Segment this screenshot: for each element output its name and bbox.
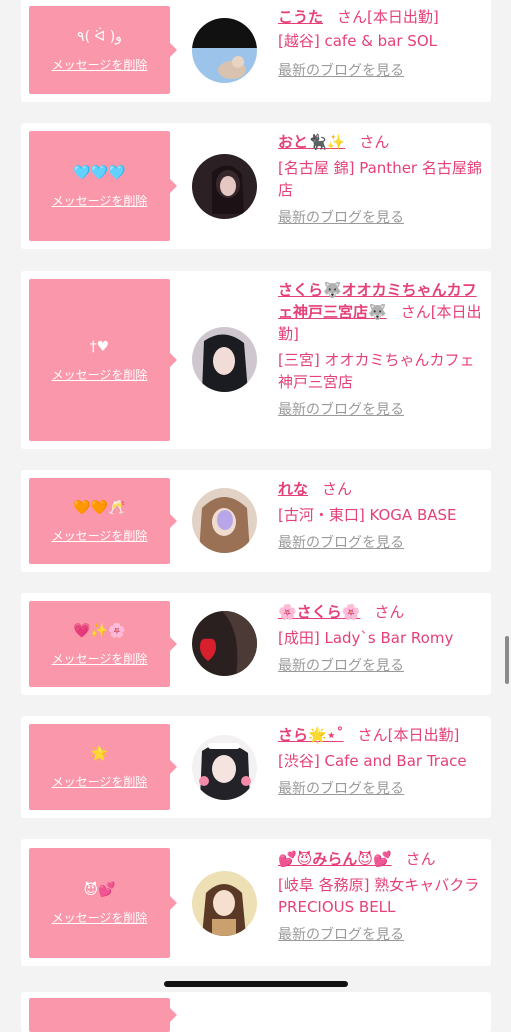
- shop-name: [越谷] cafe & bar SOL: [278, 32, 437, 50]
- latest-blog-link[interactable]: 最新のブログを見る: [278, 532, 483, 554]
- shop-name: [渋谷] Cafe and Bar Trace: [278, 752, 467, 770]
- san-label: さん: [400, 303, 431, 321]
- latest-blog-link[interactable]: 最新のブログを見る: [278, 924, 483, 946]
- message-card: ٩( ᐛ )و メッセージを削除 こうた さん[本日出勤] [越谷] cafe &…: [21, 0, 491, 102]
- san-label: さん: [322, 480, 353, 498]
- san-label: さん: [374, 603, 405, 621]
- avatar-girl-blur-image: [192, 488, 257, 553]
- avatar-sky-image: [192, 18, 257, 83]
- message-text: 😈💕: [83, 881, 116, 898]
- avatar-girl-maid-image: [192, 735, 257, 800]
- message-text: 🧡🧡🥂: [73, 499, 126, 516]
- girl-info: さくら🐺オオカミちゃんカフェ神戸三宮店🐺 さん[本日出勤] [三宮] オオカミちゃ…: [278, 279, 483, 421]
- avatar[interactable]: [192, 154, 257, 219]
- avatar[interactable]: [192, 735, 257, 800]
- attendance-badge: [本日出勤]: [387, 726, 460, 744]
- girl-name-link[interactable]: れな: [278, 480, 308, 498]
- avatar[interactable]: [192, 871, 257, 936]
- message-bubble: 🌟 メッセージを削除: [29, 724, 177, 810]
- message-card: †♥ メッセージを削除 さくら🐺オオカミちゃんカフェ神戸三宮店🐺 さん[本日出勤]…: [21, 271, 491, 449]
- girl-info: 💕😈みらん😈💕 さん [岐阜 各務原] 熟女キャバクラ PRECIOUS BELL…: [278, 848, 483, 946]
- san-label: さん: [357, 726, 388, 744]
- girl-name-link[interactable]: さら🌟⋆˚: [278, 726, 344, 744]
- message-card: 💗✨🌸 メッセージを削除 🌸さくら🌸 さん [成田] Lady`s Bar Rom…: [21, 593, 491, 695]
- delete-message-link[interactable]: メッセージを削除: [52, 527, 148, 544]
- message-card: [21, 992, 491, 1032]
- latest-blog-link[interactable]: 最新のブログを見る: [278, 60, 483, 82]
- girl-info: こうた さん[本日出勤] [越谷] cafe & bar SOL 最新のブログを見…: [278, 6, 483, 82]
- shop-name: [成田] Lady`s Bar Romy: [278, 629, 454, 647]
- avatar[interactable]: [192, 327, 257, 392]
- delete-message-link[interactable]: メッセージを削除: [52, 192, 148, 209]
- shop-name: [岐阜 各務原] 熟女キャバクラ PRECIOUS BELL: [278, 876, 480, 916]
- message-text: 🌟: [90, 745, 109, 762]
- avatar[interactable]: [192, 18, 257, 83]
- delete-message-link[interactable]: メッセージを削除: [52, 366, 148, 383]
- message-bubble: 💗✨🌸 メッセージを削除: [29, 601, 177, 687]
- girl-name-link[interactable]: こうた: [278, 8, 323, 26]
- message-text: 💗✨🌸: [73, 622, 126, 639]
- shop-name: [古河・東口] KOGA BASE: [278, 506, 457, 524]
- shop-name: [三宮] オオカミちゃんカフェ神戸三宮店: [278, 351, 475, 391]
- shop-name: [名古屋 錦] Panther 名古屋錦店: [278, 159, 482, 199]
- girl-name-link[interactable]: 🌸さくら🌸: [278, 603, 360, 621]
- girl-info: れな さん [古河・東口] KOGA BASE 最新のブログを見る: [278, 478, 483, 554]
- girl-info: おと🐈‍⬛✨ さん [名古屋 錦] Panther 名古屋錦店 最新のブログを見る: [278, 131, 483, 229]
- delete-message-link[interactable]: メッセージを削除: [52, 56, 148, 73]
- message-card: 🩵🩵🩵 メッセージを削除 おと🐈‍⬛✨ さん [名古屋 錦] Panther 名古…: [21, 123, 491, 249]
- message-bubble: †♥ メッセージを削除: [29, 279, 177, 441]
- delete-message-link[interactable]: メッセージを削除: [52, 650, 148, 667]
- home-indicator: [164, 981, 348, 987]
- girl-info: 🌸さくら🌸 さん [成田] Lady`s Bar Romy 最新のブログを見る: [278, 601, 483, 677]
- san-label: さん: [405, 850, 436, 868]
- girl-info: さら🌟⋆˚ さん[本日出勤] [渋谷] Cafe and Bar Trace 最新…: [278, 724, 483, 800]
- delete-message-link[interactable]: メッセージを削除: [52, 909, 148, 926]
- latest-blog-link[interactable]: 最新のブログを見る: [278, 399, 483, 421]
- message-card: 🌟 メッセージを削除 さら🌟⋆˚ さん[本日出勤] [渋谷] Cafe and B…: [21, 716, 491, 818]
- avatar-anime-girl-image: [192, 871, 257, 936]
- avatar[interactable]: [192, 611, 257, 676]
- latest-blog-link[interactable]: 最新のブログを見る: [278, 778, 483, 800]
- san-label: さん: [359, 133, 390, 151]
- message-bubble: 😈💕 メッセージを削除: [29, 848, 177, 958]
- message-card: 😈💕 メッセージを削除 💕😈みらん😈💕 さん [岐阜 各務原] 熟女キャバクラ P…: [21, 839, 491, 966]
- avatar-girl-selfie-image: [192, 327, 257, 392]
- message-bubble: ٩( ᐛ )و メッセージを削除: [29, 6, 177, 94]
- attendance-badge: [本日出勤]: [367, 8, 439, 26]
- message-bubble: [29, 998, 177, 1032]
- latest-blog-link[interactable]: 最新のブログを見る: [278, 655, 483, 677]
- avatar-girl-dark-image: [192, 154, 257, 219]
- san-label: さん: [337, 8, 368, 26]
- delete-message-link[interactable]: メッセージを削除: [52, 773, 148, 790]
- girl-name-link[interactable]: おと🐈‍⬛✨: [278, 133, 345, 151]
- avatar-heart-hair-image: [192, 611, 257, 676]
- message-bubble: 🩵🩵🩵 メッセージを削除: [29, 131, 177, 241]
- avatar[interactable]: [192, 488, 257, 553]
- message-card: 🧡🧡🥂 メッセージを削除 れな さん [古河・東口] KOGA BASE 最新のブ…: [21, 470, 491, 572]
- message-bubble: 🧡🧡🥂 メッセージを削除: [29, 478, 177, 564]
- message-text: †♥: [89, 338, 110, 355]
- scrollbar-thumb[interactable]: [505, 636, 509, 684]
- message-text: ٩( ᐛ )و: [77, 28, 122, 45]
- message-text: 🩵🩵🩵: [73, 164, 126, 181]
- girl-name-link[interactable]: 💕😈みらん😈💕: [278, 850, 392, 868]
- latest-blog-link[interactable]: 最新のブログを見る: [278, 207, 483, 229]
